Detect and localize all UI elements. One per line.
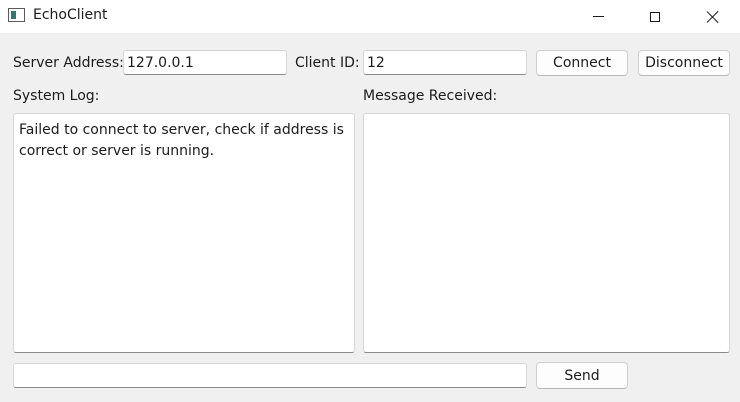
message-received-label: Message Received: (363, 88, 498, 104)
minimize-icon (592, 16, 604, 17)
app-window-icon (8, 8, 25, 22)
message-input[interactable] (13, 363, 527, 388)
echoclient-window: EchoClient Server Address: Client ID: Co… (0, 0, 740, 402)
close-button[interactable] (690, 0, 736, 33)
server-address-input[interactable] (123, 50, 287, 75)
client-id-input[interactable] (363, 50, 527, 75)
disconnect-button[interactable]: Disconnect (638, 50, 730, 76)
window-title: EchoClient (33, 7, 108, 23)
maximize-icon (650, 11, 660, 22)
connect-button[interactable]: Connect (536, 50, 628, 76)
system-log-label: System Log: (13, 88, 100, 104)
minimize-button[interactable] (575, 0, 621, 33)
send-button[interactable]: Send (536, 362, 628, 389)
client-id-label: Client ID: (295, 55, 360, 71)
title-bar[interactable]: EchoClient (0, 0, 740, 33)
message-received-textarea[interactable] (363, 113, 730, 353)
server-address-label: Server Address: (13, 55, 124, 71)
close-icon (706, 10, 720, 24)
maximize-button[interactable] (632, 0, 678, 33)
system-log-textarea[interactable]: Failed to connect to server, check if ad… (13, 113, 355, 353)
